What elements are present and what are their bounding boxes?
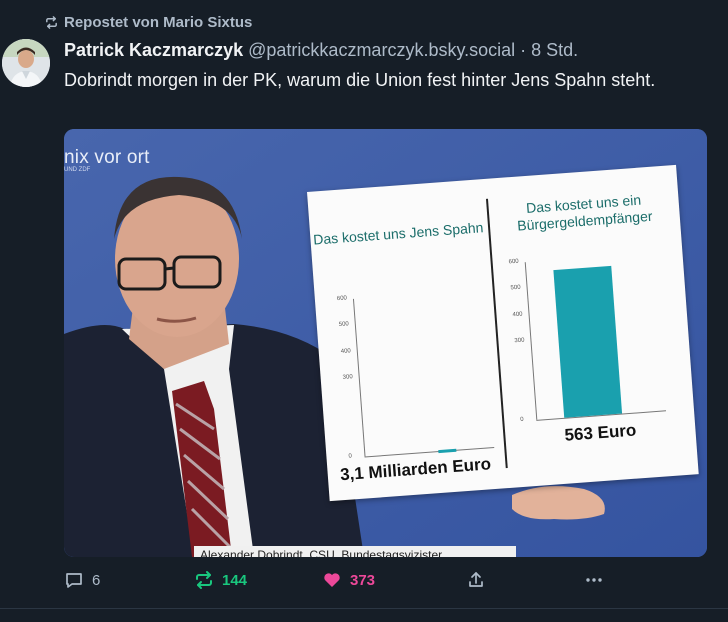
ellipsis-icon xyxy=(586,578,602,582)
right-amount: 563 Euro xyxy=(563,420,637,445)
right-y-axis-line xyxy=(524,262,538,420)
board-left-panel: Das kostet uns Jens Spahn 600 500 400 300 0 … xyxy=(307,179,505,501)
reply-button[interactable]: 6 xyxy=(64,570,100,590)
repost-button[interactable]: 144 xyxy=(194,570,247,590)
left-y-axis-line xyxy=(352,298,366,457)
left-y-tick: 600 xyxy=(336,295,348,303)
like-button[interactable]: 373 xyxy=(322,570,375,590)
lower-third-caption: Alexander Dobrindt, CSU, Bundestagsvizis… xyxy=(194,546,516,557)
repost-icon xyxy=(196,571,212,589)
right-y-tick: 500 xyxy=(510,284,521,292)
broadcaster-logo: nix vor ort xyxy=(64,147,150,168)
right-y-tick: 300 xyxy=(514,337,525,345)
reply-icon xyxy=(66,573,82,588)
repost-indicator[interactable]: Repostet von Mario Sixtus xyxy=(44,14,252,31)
share-button[interactable] xyxy=(466,570,486,590)
left-panel-title: Das kostet uns Jens Spahn xyxy=(312,219,484,248)
post-header: Patrick Kaczmarczyk @patrickkaczmarczyk.… xyxy=(64,40,578,61)
post-image[interactable]: nix vor ort UND ZDF Das kostet uns Jens … xyxy=(64,129,707,557)
left-y-tick: 500 xyxy=(338,321,350,329)
repost-icon xyxy=(46,16,57,29)
author-name[interactable]: Patrick Kaczmarczyk xyxy=(64,40,243,60)
reply-count: 6 xyxy=(92,571,101,589)
post-text: Dobrindt morgen in der PK, warum die Uni… xyxy=(64,70,656,90)
like-count: 373 xyxy=(350,571,376,589)
action-bar: 6 144 373 xyxy=(64,568,664,592)
right-bar xyxy=(553,265,623,418)
left-amount: 3,1 Milliarden Euro xyxy=(339,454,492,485)
right-y-tick: 600 xyxy=(508,258,519,266)
avatar-photo xyxy=(2,39,50,87)
left-y-tick: 300 xyxy=(342,374,353,381)
avatar[interactable] xyxy=(2,39,50,87)
post-time[interactable]: · 8 Std. xyxy=(520,40,578,60)
comparison-board: Das kostet uns Jens Spahn 600 500 400 300 0 … xyxy=(307,164,699,502)
board-right-panel: Das kostet uns ein Bürgergeldempfänger 6… xyxy=(487,165,699,488)
repost-label: Repostet von Mario Sixtus xyxy=(64,14,253,31)
post-divider xyxy=(0,608,728,609)
left-y-tick: 400 xyxy=(340,347,351,355)
broadcaster-logo-sub: UND ZDF xyxy=(64,167,91,173)
right-y-tick: 400 xyxy=(512,311,523,318)
heart-icon xyxy=(324,573,340,587)
right-y-tick: 0 xyxy=(520,416,524,423)
left-y-tick: 0 xyxy=(348,453,353,460)
right-panel-title: Das kostet uns ein Bürgergeldempfänger xyxy=(516,191,653,234)
left-bar xyxy=(438,448,457,454)
repost-count: 144 xyxy=(222,571,248,589)
more-options-button[interactable] xyxy=(584,570,604,590)
author-handle[interactable]: @patrickkaczmarczyk.bsky.social xyxy=(248,40,515,60)
share-icon xyxy=(469,572,483,587)
